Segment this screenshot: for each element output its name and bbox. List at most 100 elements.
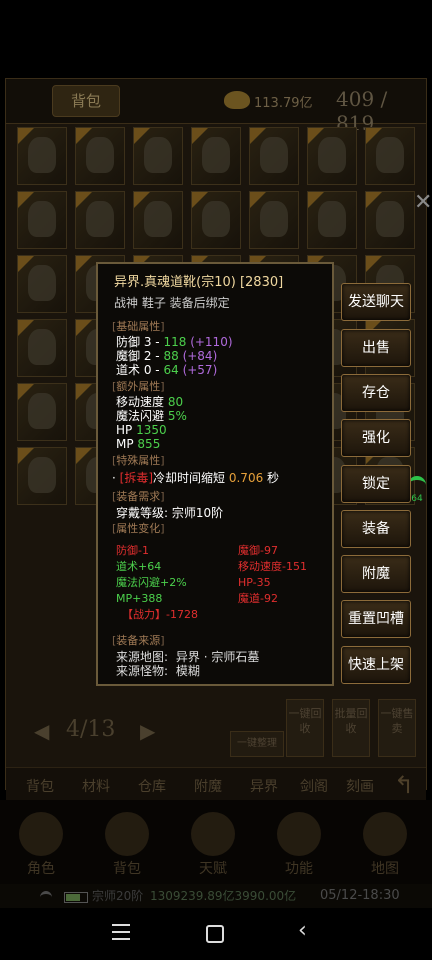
function-icon bbox=[277, 812, 321, 856]
return-arrow-icon[interactable]: ↰ bbox=[394, 771, 414, 799]
inventory-slot[interactable] bbox=[17, 127, 67, 185]
power-change: 【战力】-1728 bbox=[122, 608, 198, 622]
home-icon[interactable] bbox=[206, 925, 224, 943]
side-button-3[interactable]: 一键售卖 bbox=[378, 699, 416, 757]
inventory-slot[interactable] bbox=[17, 319, 67, 377]
side-button-1[interactable]: 一键回收 bbox=[286, 699, 324, 757]
item-icon bbox=[376, 137, 404, 173]
bottom-tab-engrave[interactable]: 刻画 bbox=[346, 776, 374, 796]
inventory-slot[interactable] bbox=[307, 127, 357, 185]
bottom-tab-enchant[interactable]: 附魔 bbox=[194, 776, 222, 796]
reset-slot-button[interactable]: 重置凹槽 bbox=[341, 600, 411, 638]
nav-label: 功能 bbox=[285, 861, 313, 877]
source-label: 来源怪物: bbox=[116, 664, 169, 678]
extra-stat-row: MP 855 bbox=[116, 437, 160, 451]
equip-button[interactable]: 装备 bbox=[341, 510, 411, 548]
change-left: 防御-1 bbox=[116, 544, 149, 557]
lock-button[interactable]: 锁定 bbox=[341, 465, 411, 503]
inventory-slot[interactable] bbox=[307, 191, 357, 249]
nav-label: 背包 bbox=[113, 861, 141, 877]
nav-map[interactable]: 地图 bbox=[350, 806, 420, 886]
item-icon bbox=[28, 393, 56, 429]
item-icon bbox=[260, 201, 288, 237]
game-status-bar: 宗师20阶 1309239.89亿3990.00亿 05/12-18:30 bbox=[0, 884, 432, 908]
send-chat-button[interactable]: 发送聊天 bbox=[341, 283, 411, 321]
gold-amount: 113.79亿 bbox=[254, 96, 313, 111]
menu-icon[interactable] bbox=[112, 924, 130, 940]
sort-button[interactable]: 一键整理 bbox=[230, 731, 284, 757]
bottom-tab-material[interactable]: 材料 bbox=[82, 776, 110, 796]
item-icon bbox=[144, 137, 172, 173]
inventory-slot[interactable] bbox=[191, 127, 241, 185]
android-nav-bar: ‹ bbox=[0, 908, 432, 960]
stat-val: 5% bbox=[167, 409, 187, 423]
talent-icon bbox=[191, 812, 235, 856]
source-monster-row: 来源怪物: 模糊 bbox=[116, 664, 200, 678]
nav-label: 地图 bbox=[371, 861, 399, 877]
tab-bag[interactable]: 背包 bbox=[52, 85, 120, 117]
nav-talent[interactable]: 天赋 bbox=[178, 806, 248, 886]
item-tooltip: 异界.真魂道靴(宗10) [2830] 战神 鞋子 装备后绑定 基础属性 防御 … bbox=[96, 262, 334, 686]
inventory-slot[interactable] bbox=[133, 127, 183, 185]
stat-bonus: (+57) bbox=[182, 363, 218, 377]
inventory-slot[interactable] bbox=[17, 447, 67, 505]
prev-page-icon[interactable]: ◀ bbox=[34, 719, 49, 743]
inventory-slot[interactable] bbox=[17, 383, 67, 441]
level-text: 宗师20阶 bbox=[92, 889, 144, 903]
change-row: 道术+64 移动速度-151 bbox=[116, 560, 307, 574]
store-button[interactable]: 存仓 bbox=[341, 374, 411, 412]
source-value: 模糊 bbox=[175, 664, 200, 678]
item-icon bbox=[28, 265, 56, 301]
inventory-slot[interactable] bbox=[75, 127, 125, 185]
inventory-slot[interactable] bbox=[249, 191, 299, 249]
close-icon[interactable]: ✕ bbox=[414, 190, 432, 215]
inventory-slot[interactable] bbox=[249, 127, 299, 185]
inventory-slot[interactable] bbox=[365, 127, 415, 185]
enchant-button[interactable]: 附魔 bbox=[341, 555, 411, 593]
inventory-slot[interactable] bbox=[191, 191, 241, 249]
bottom-tab-sword[interactable]: 剑阁 bbox=[300, 776, 328, 796]
nav-character[interactable]: 角色 bbox=[6, 806, 76, 886]
bullet: · bbox=[112, 471, 120, 485]
quick-list-button[interactable]: 快速上架 bbox=[341, 646, 411, 684]
item-icon bbox=[28, 457, 56, 493]
change-right: 魔御-97 bbox=[238, 544, 278, 557]
nav-label: 天赋 bbox=[199, 861, 227, 877]
next-page-icon[interactable]: ▶ bbox=[140, 719, 155, 743]
stat-val: 2 bbox=[143, 349, 152, 363]
datetime: 05/12-18:30 bbox=[320, 888, 400, 903]
gold-icon bbox=[224, 91, 250, 109]
base-stat-row: 防御 3 - 118 (+110) bbox=[116, 335, 233, 349]
section-change: 属性变化 bbox=[112, 522, 165, 536]
inventory-slot[interactable] bbox=[133, 191, 183, 249]
stat-name: MP bbox=[116, 437, 134, 451]
enhance-button[interactable]: 强化 bbox=[341, 419, 411, 457]
stat-name: 魔御 bbox=[116, 349, 141, 363]
sell-button[interactable]: 出售 bbox=[341, 329, 411, 367]
stat-val: 855 bbox=[137, 437, 161, 451]
item-icon bbox=[28, 201, 56, 237]
inventory-slot[interactable] bbox=[75, 191, 125, 249]
extra-stat-row: HP 1350 bbox=[116, 423, 167, 437]
bottom-tab-otherworld[interactable]: 异界 bbox=[250, 776, 278, 796]
inventory-slot[interactable] bbox=[17, 191, 67, 249]
item-icon bbox=[202, 201, 230, 237]
inventory-slot[interactable] bbox=[365, 191, 415, 249]
item-icon bbox=[28, 137, 56, 173]
back-icon[interactable]: ‹ bbox=[298, 918, 307, 943]
bottom-tab-bag[interactable]: 背包 bbox=[26, 776, 54, 796]
item-icon bbox=[86, 137, 114, 173]
inventory-slot[interactable] bbox=[17, 255, 67, 313]
side-button-2[interactable]: 批量回收 bbox=[332, 699, 370, 757]
change-left: 魔法闪避+2% bbox=[116, 576, 187, 589]
nav-function[interactable]: 功能 bbox=[264, 806, 334, 886]
change-left: 道术+64 bbox=[116, 560, 162, 573]
bottom-tab-warehouse[interactable]: 仓库 bbox=[138, 776, 166, 796]
section-source: 装备来源 bbox=[112, 634, 165, 648]
stat-name: HP bbox=[116, 423, 133, 437]
page-number: 4/13 bbox=[66, 717, 116, 742]
special-stat-row: · [拆毒]冷却时间缩短 0.706 秒 bbox=[112, 471, 279, 485]
change-right: 魔道-92 bbox=[238, 592, 278, 605]
stat-name: 防御 bbox=[116, 335, 141, 349]
nav-bag[interactable]: 背包 bbox=[92, 806, 162, 886]
